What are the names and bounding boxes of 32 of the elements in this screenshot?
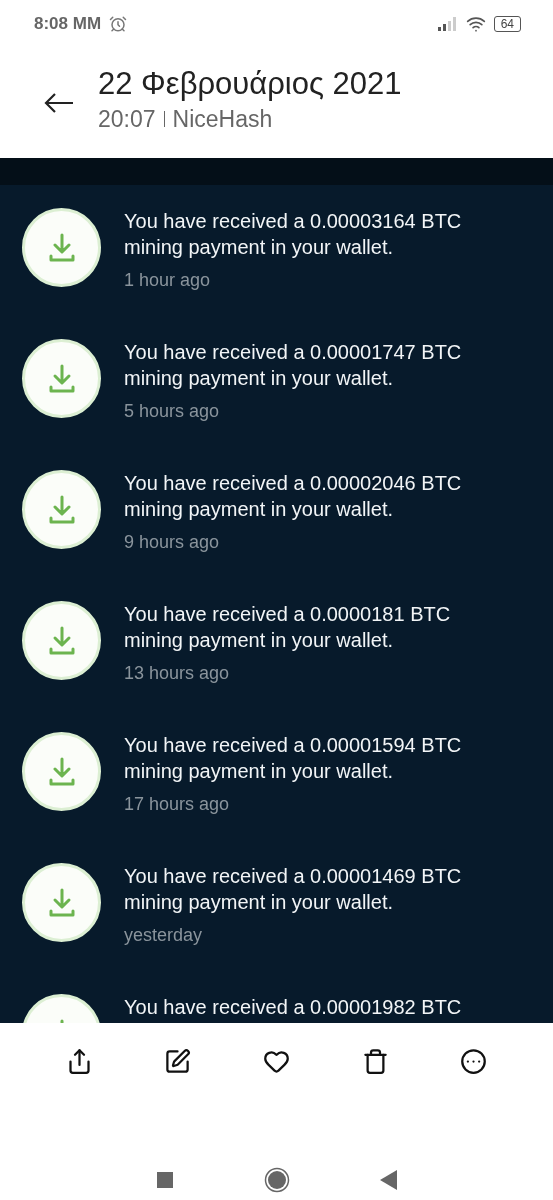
notification-message: You have received a 0.00003164 BTC mining payment in your wallet. <box>124 209 463 260</box>
wifi-icon <box>465 14 486 34</box>
notification-age: yesterday <box>124 925 204 946</box>
notification-age: 9 hours ago <box>124 532 221 553</box>
app-name: NiceHash <box>172 105 273 133</box>
back-arrow-icon[interactable] <box>44 92 74 114</box>
download-icon <box>48 494 75 525</box>
notification-message: You have received a 0.00002046 BTC mining payment in your wallet. <box>124 471 463 522</box>
notification-age: 13 hours ago <box>124 663 231 684</box>
square-icon[interactable] <box>155 1171 174 1189</box>
notification-age: 5 hours ago <box>124 401 221 422</box>
download-icon <box>48 887 75 918</box>
alarm-icon <box>109 15 128 33</box>
download-icon <box>48 756 75 787</box>
notification-message: You have received a 0.00001594 BTC mining payment in your wallet. <box>124 733 463 784</box>
home-icon[interactable] <box>263 1167 290 1193</box>
battery-indicator: 64 <box>493 16 521 32</box>
status-time: 8:08 MM <box>34 14 102 34</box>
notification-message: You have received a 0.0000181 BTC mining payment in your wallet. <box>124 602 452 653</box>
notification-message: You have received a 0.00001469 BTC mining payment in your wallet. <box>124 864 463 915</box>
notification-time: 20:07 <box>98 105 156 133</box>
signal-icon <box>437 17 458 31</box>
download-icon <box>48 232 75 263</box>
separator-bar <box>163 111 165 127</box>
notification-message: You have received a 0.00001747 BTC mining payment in your wallet. <box>124 340 463 391</box>
notification-age: 17 hours ago <box>124 794 231 815</box>
download-icon <box>48 363 75 394</box>
notification-age: 1 hour ago <box>124 270 212 291</box>
notification-date: 22 Φεβρουάριος 2021 <box>98 65 402 102</box>
notification-message: You have received a 0.00001982 BTC <box>124 995 463 1020</box>
download-icon <box>48 625 75 656</box>
back-icon[interactable] <box>379 1170 398 1190</box>
